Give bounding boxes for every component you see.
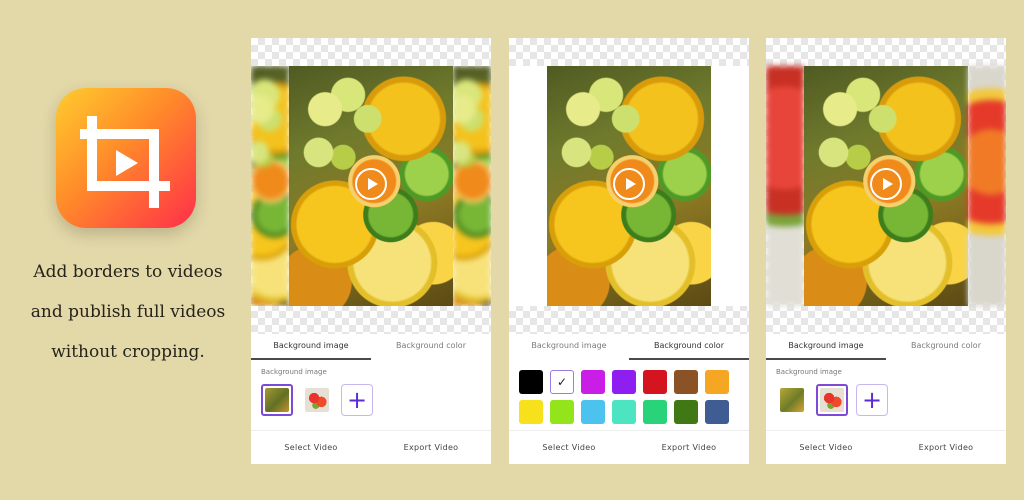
footer-bar: Select Video Export Video bbox=[251, 430, 491, 464]
tagline-line-1: Add borders to videos bbox=[33, 262, 223, 282]
color-swatch[interactable]: ✓ bbox=[550, 370, 574, 394]
blurred-border-left bbox=[766, 66, 804, 306]
blurred-border-right bbox=[453, 66, 491, 306]
select-video-button[interactable]: Select Video bbox=[766, 431, 886, 464]
color-swatch[interactable] bbox=[643, 400, 667, 424]
color-swatch[interactable] bbox=[612, 370, 636, 394]
export-video-button[interactable]: Export Video bbox=[629, 431, 749, 464]
select-video-button[interactable]: Select Video bbox=[509, 431, 629, 464]
tagline-line-3: without cropping. bbox=[51, 342, 205, 362]
video-preview[interactable] bbox=[547, 66, 711, 306]
add-image-button[interactable]: + bbox=[341, 384, 373, 416]
color-swatch[interactable] bbox=[519, 400, 543, 424]
footer-bar: Select Video Export Video bbox=[766, 430, 1006, 464]
crop-play-icon bbox=[80, 116, 170, 208]
video-canvas bbox=[766, 66, 1006, 306]
background-image-list: + bbox=[776, 384, 888, 416]
tab-background-image[interactable]: Background image bbox=[251, 334, 371, 360]
background-tabs: Background image Background color bbox=[509, 334, 749, 360]
section-label: Background image bbox=[776, 368, 842, 376]
blurred-border-right bbox=[968, 66, 1006, 306]
background-thumb-vegetables[interactable] bbox=[301, 384, 333, 416]
footer-bar: Select Video Export Video bbox=[509, 430, 749, 464]
color-swatch[interactable] bbox=[519, 370, 543, 394]
screen-background-image-fruit: Background image Background color Backgr… bbox=[251, 38, 491, 464]
section-label: Background image bbox=[261, 368, 327, 376]
color-swatch[interactable] bbox=[643, 370, 667, 394]
background-image-list: + bbox=[261, 384, 373, 416]
color-swatch[interactable] bbox=[612, 400, 636, 424]
screen-background-color: Background image Background color ✓ Sele… bbox=[509, 38, 749, 464]
check-icon: ✓ bbox=[556, 375, 568, 389]
background-thumb-fruit[interactable] bbox=[261, 384, 293, 416]
tab-background-image[interactable]: Background image bbox=[766, 334, 886, 360]
color-swatch[interactable] bbox=[674, 370, 698, 394]
select-video-button[interactable]: Select Video bbox=[251, 431, 371, 464]
tagline-line-2: and publish full videos bbox=[30, 302, 226, 322]
background-thumb-vegetables[interactable] bbox=[816, 384, 848, 416]
tab-background-color[interactable]: Background color bbox=[371, 334, 491, 360]
color-swatch[interactable] bbox=[581, 400, 605, 424]
background-tabs: Background image Background color bbox=[766, 334, 1006, 360]
color-swatch[interactable] bbox=[705, 400, 729, 424]
video-canvas bbox=[509, 66, 749, 306]
color-swatch-grid: ✓ bbox=[519, 370, 741, 424]
play-icon[interactable] bbox=[355, 168, 387, 200]
add-image-button[interactable]: + bbox=[856, 384, 888, 416]
color-border-right bbox=[711, 66, 749, 306]
tagline: Add borders to videos and publish full v… bbox=[20, 252, 236, 372]
export-video-button[interactable]: Export Video bbox=[886, 431, 1006, 464]
play-icon[interactable] bbox=[613, 168, 645, 200]
play-icon[interactable] bbox=[870, 168, 902, 200]
color-swatch[interactable] bbox=[705, 370, 729, 394]
color-swatch[interactable] bbox=[674, 400, 698, 424]
color-border-left bbox=[509, 66, 547, 306]
video-preview[interactable] bbox=[804, 66, 968, 306]
background-tabs: Background image Background color bbox=[251, 334, 491, 360]
tab-background-color[interactable]: Background color bbox=[629, 334, 749, 360]
video-preview[interactable] bbox=[289, 66, 453, 306]
blurred-border-left bbox=[251, 66, 289, 306]
export-video-button[interactable]: Export Video bbox=[371, 431, 491, 464]
app-icon bbox=[56, 88, 196, 228]
background-thumb-fruit[interactable] bbox=[776, 384, 808, 416]
video-canvas bbox=[251, 66, 491, 306]
color-swatch[interactable] bbox=[550, 400, 574, 424]
tab-background-color[interactable]: Background color bbox=[886, 334, 1006, 360]
color-swatch[interactable] bbox=[581, 370, 605, 394]
screen-background-image-vegetables: Background image Background color Backgr… bbox=[766, 38, 1006, 464]
tab-background-image[interactable]: Background image bbox=[509, 334, 629, 360]
